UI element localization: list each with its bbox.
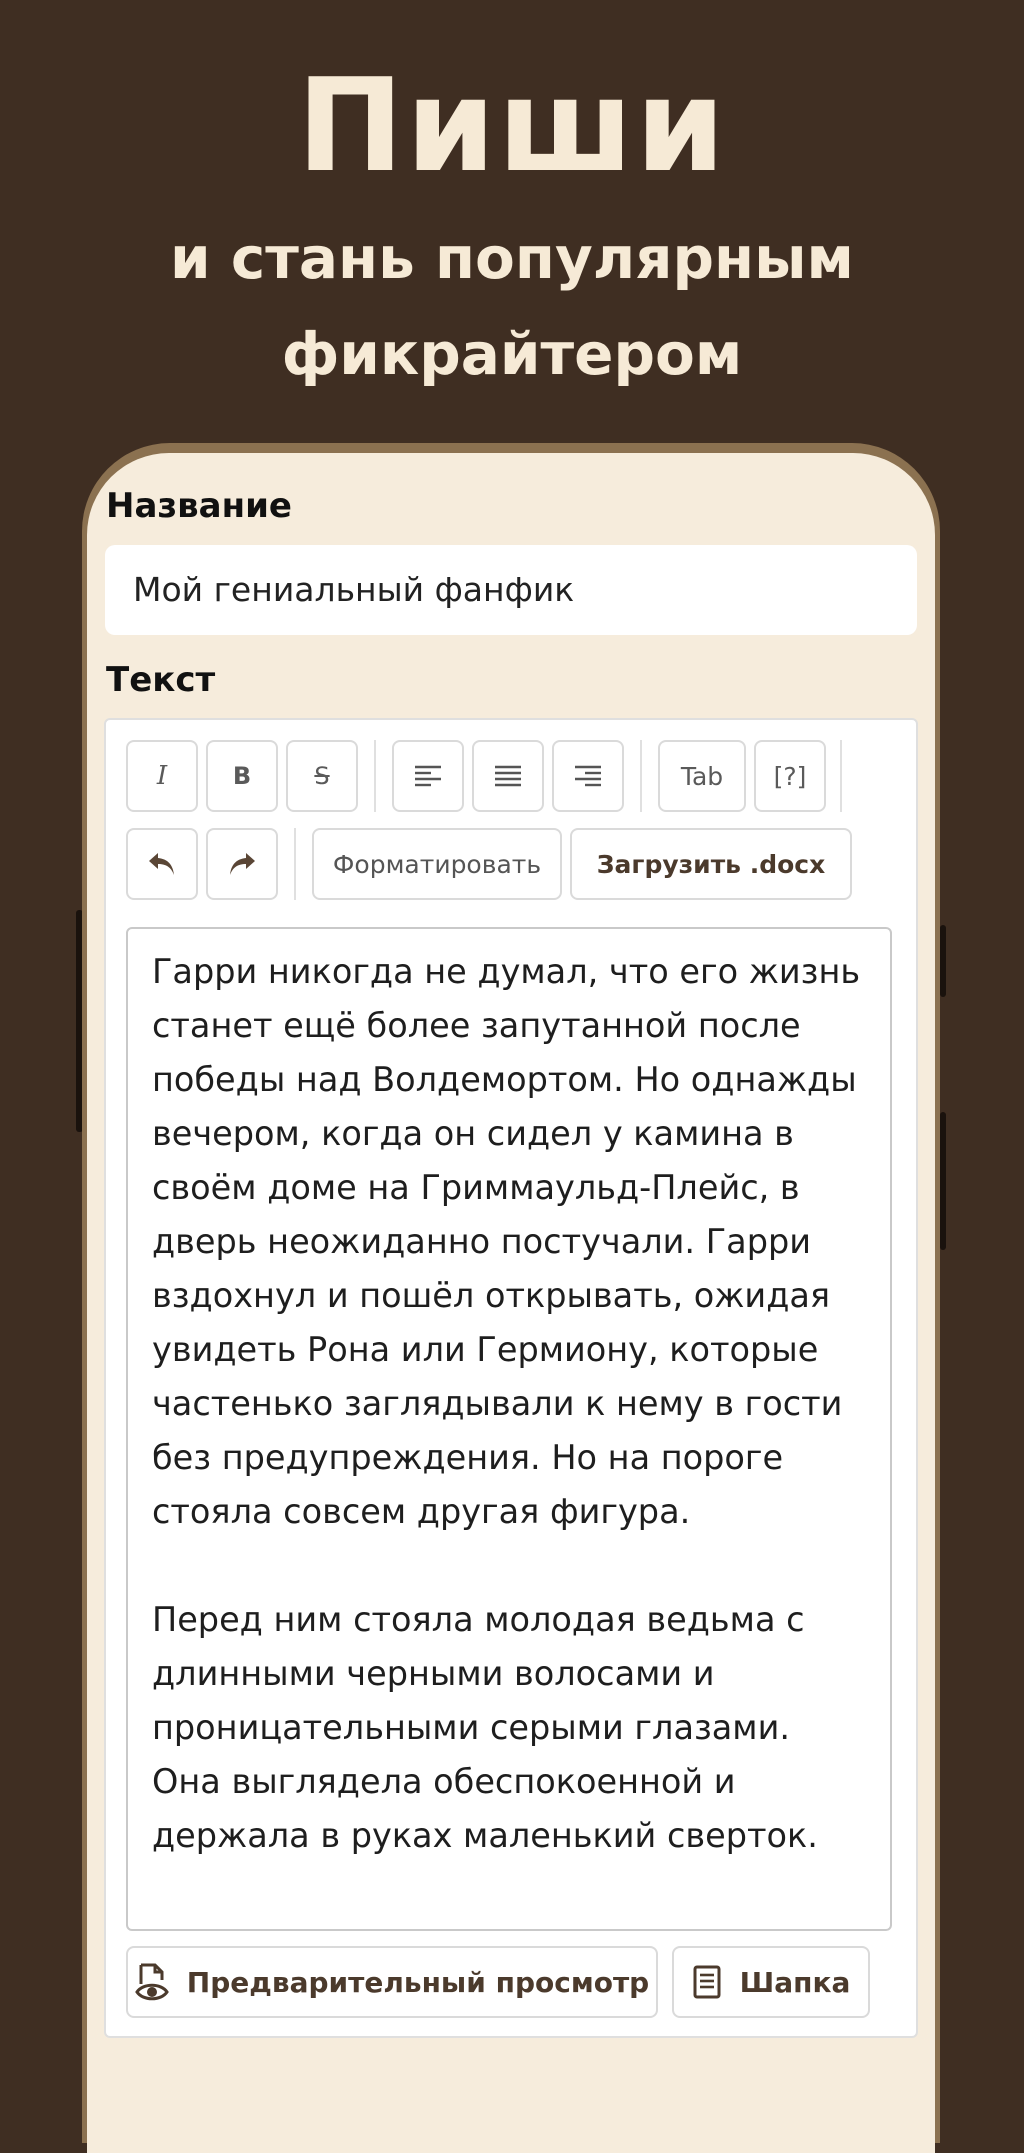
strikethrough-button[interactable]: S: [286, 740, 358, 812]
format-button-label: Форматировать: [332, 849, 542, 879]
help-button-label: [?]: [773, 761, 807, 791]
tab-button-label: Tab: [680, 761, 724, 791]
align-left-button[interactable]: [392, 740, 464, 812]
preview-button[interactable]: Предварительный просмотр: [126, 1946, 658, 2018]
align-right-icon: [575, 765, 601, 787]
align-left-icon: [415, 765, 441, 787]
title-label: Название: [106, 486, 292, 526]
header-button[interactable]: Шапка: [672, 1946, 870, 2018]
undo-icon: [149, 853, 174, 875]
text-label: Текст: [106, 660, 216, 700]
phone-screen: Название Текст I B S Tab [?]: [87, 453, 935, 2153]
title-input[interactable]: [105, 545, 917, 635]
upload-docx-button-label: Загрузить .docx: [596, 849, 826, 879]
redo-icon: [230, 853, 255, 875]
help-button[interactable]: [?]: [754, 740, 826, 812]
format-button[interactable]: Форматировать: [312, 828, 562, 900]
preview-icon: [134, 1963, 169, 2001]
align-right-button[interactable]: [552, 740, 624, 812]
hero-title: Пиши: [296, 52, 728, 201]
hero-subtitle-line-1: и стань популярным: [170, 224, 854, 292]
phone-volume-button-upper: [940, 925, 946, 997]
toolbar-separator: [374, 740, 376, 812]
toolbar-separator: [640, 740, 642, 812]
align-justify-icon: [495, 765, 521, 787]
strikethrough-button-label: S: [314, 762, 330, 790]
tab-button[interactable]: Tab: [658, 740, 746, 812]
hero-subtitle-line-2: фикрайтером: [281, 320, 743, 388]
phone-volume-button-lower: [940, 1112, 946, 1250]
undo-button[interactable]: [126, 828, 198, 900]
toolbar-separator: [294, 828, 296, 900]
italic-button-label: I: [156, 761, 168, 791]
align-justify-button[interactable]: [472, 740, 544, 812]
preview-button-label: Предварительный просмотр: [186, 1965, 650, 1999]
story-text-area[interactable]: Гарри никогда не думал, что его жизнь ст…: [126, 927, 892, 1931]
hero-subtitle: и стань популярным фикрайтером: [0, 210, 1024, 402]
bold-button-label: B: [232, 762, 252, 790]
document-icon: [693, 1965, 721, 1999]
upload-docx-button[interactable]: Загрузить .docx: [570, 828, 852, 900]
text-editor: I B S Tab [?] Форматировать Загрузить .d…: [104, 718, 918, 2038]
italic-button[interactable]: I: [126, 740, 198, 812]
header-button-label: Шапка: [739, 1965, 851, 1999]
toolbar-separator: [840, 740, 842, 812]
redo-button[interactable]: [206, 828, 278, 900]
bold-button[interactable]: B: [206, 740, 278, 812]
